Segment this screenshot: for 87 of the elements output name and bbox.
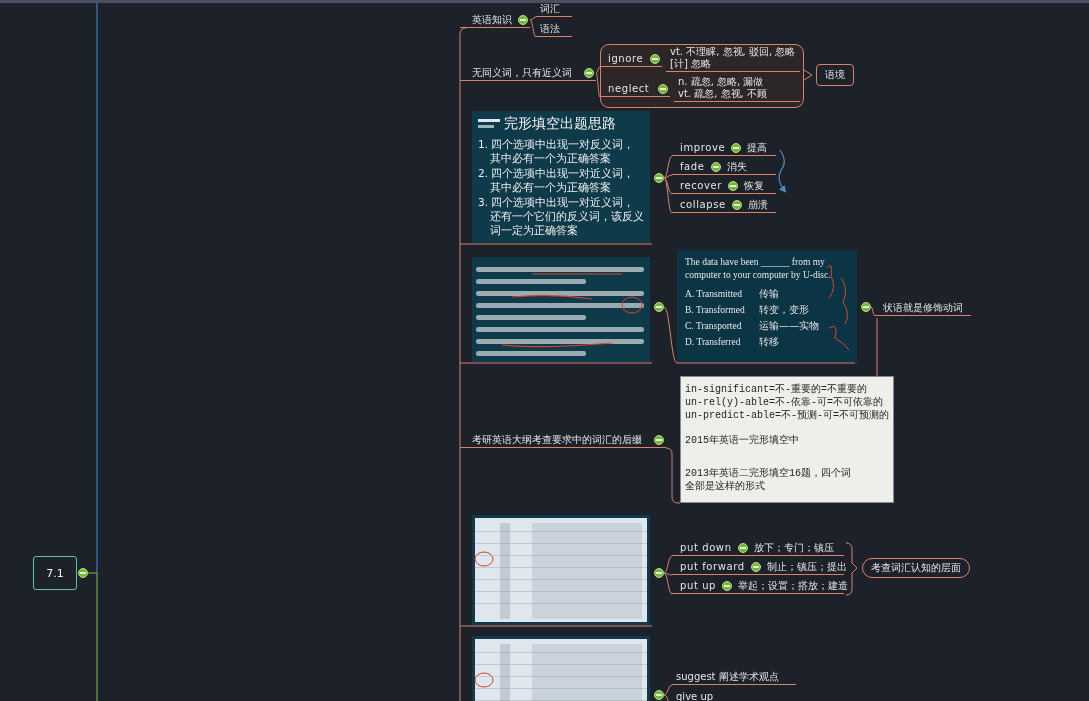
meaning-text: 制止；镇压；提出 [766, 560, 847, 573]
connector-line [803, 69, 813, 81]
topic-node[interactable]: put down 放下；专门；镇压 [672, 540, 844, 556]
option-note: 转移 [759, 334, 779, 349]
question-text: The data have been ______ from my computer to your computer by U-disc. [685, 256, 832, 282]
topic-label: put forward [680, 560, 745, 573]
collapse-icon[interactable] [654, 568, 664, 578]
collapse-icon[interactable] [722, 580, 733, 591]
topic-label: put down [680, 541, 732, 554]
collapse-icon[interactable] [654, 690, 664, 700]
meaning-text: [计] 忽略 [670, 58, 712, 70]
option-text: D. Transferred [685, 336, 742, 347]
topic-label: give up [676, 690, 714, 701]
logo-icon [478, 117, 500, 131]
topic-node[interactable]: collapse 崩溃 [672, 197, 776, 213]
meaning-text: n. 疏忽, 忽略, 漏做 [678, 76, 765, 88]
collapse-icon[interactable] [654, 173, 664, 183]
collapse-icon[interactable] [737, 542, 748, 553]
collapse-icon[interactable] [710, 161, 721, 172]
option-note: 转变，变形 [759, 302, 809, 317]
note-text: 全部是这样的形式 [685, 480, 766, 493]
meaning-text: 崩溃 [747, 198, 768, 211]
note-text: 2015年英语一完形填空中 [685, 434, 800, 447]
topic-node[interactable]: suggest 阐述学术观点 [672, 669, 796, 685]
option-note: 运输——实物 [759, 318, 819, 333]
meaning-text: 消失 [726, 160, 747, 173]
topic-node[interactable]: neglect [600, 81, 670, 97]
note-text: un-rel(y)-able=不-依靠-可=不可依靠的 [685, 396, 885, 409]
collapse-icon[interactable] [658, 83, 668, 94]
topic-node[interactable]: 词汇 [536, 1, 572, 17]
topic-node[interactable]: 无同义词，只有近义词 [460, 65, 596, 81]
root-node[interactable]: 7.1 [33, 556, 77, 590]
topic-label: 无同义词，只有近义词 [472, 66, 572, 79]
option-text: A. Transmitted [685, 288, 743, 299]
collapse-icon[interactable] [518, 14, 528, 25]
topic-label: neglect [608, 82, 650, 95]
relation-arrow [778, 149, 787, 193]
topic-label: 英语知识 [472, 13, 512, 26]
topic-node[interactable]: 英语知识 [460, 12, 530, 28]
collapse-icon[interactable] [650, 53, 660, 64]
option-text: C. Transported [685, 320, 743, 331]
summary-node[interactable]: 语境 [816, 64, 854, 86]
note-text: un-predict-able=不-预测-可=不可预测的 [685, 409, 889, 422]
collapse-icon[interactable] [861, 302, 871, 312]
meaning-text: 提高 [747, 141, 768, 154]
meaning-text: 恢复 [744, 179, 765, 192]
collapse-icon[interactable] [584, 67, 594, 78]
topic-label: recover [680, 179, 723, 192]
topic-node[interactable]: fade 消失 [672, 159, 776, 175]
collapse-icon[interactable] [654, 302, 664, 312]
collapse-icon[interactable] [731, 142, 742, 153]
connector-line [665, 447, 681, 504]
option-text: B. Transformed [685, 304, 746, 315]
topic-label: improve [680, 141, 726, 154]
topic-label: ignore [608, 52, 644, 65]
topic-node[interactable]: improve 提高 [672, 140, 776, 156]
topic-label: suggest 阐述学术观点 [676, 670, 779, 683]
topic-node[interactable]: 考研英语大纲考查要求中的词汇的后缀 [460, 432, 666, 448]
list-item: 2. 四个选项中出现一对近义词，其中必有一个为正确答案 [478, 166, 636, 194]
topic-label: 词汇 [540, 2, 560, 15]
meaning-text: vt. 不理睬, 忽视, 驳回, 忽略 [670, 46, 797, 58]
topic-node[interactable]: recover 恢复 [672, 178, 776, 194]
note-text: in-significant=不-重要的=不重要的 [685, 383, 869, 396]
meaning-text: 放下；专门；镇压 [753, 541, 834, 554]
note-text: 2013年英语二完形填空16题，四个词 [685, 467, 852, 480]
collapse-icon[interactable] [728, 180, 739, 191]
collapse-icon[interactable] [654, 434, 664, 445]
topic-node[interactable]: 语法 [536, 21, 572, 37]
topic-node[interactable]: ignore [600, 51, 662, 67]
list-item: 3. 四个选项中出现一对近义词，还有一个它们的反义词，该反义词一定为正确答案 [478, 195, 644, 237]
topic-node[interactable]: give up [672, 689, 732, 701]
topic-label: collapse [680, 198, 726, 211]
option-note: 传输 [759, 286, 779, 301]
collapse-icon[interactable] [78, 568, 88, 578]
topic-label: 考研英语大纲考查要求中的词汇的后缀 [472, 433, 642, 446]
connector-line [845, 542, 858, 596]
meaning-text: vt. 疏忽, 忽视, 不顾 [678, 88, 768, 100]
topic-label: put up [680, 579, 717, 592]
topic-label: 语法 [540, 22, 560, 35]
collapse-icon[interactable] [731, 199, 742, 210]
slide-title: 完形填空出题思路 [504, 115, 616, 133]
list-item: 1. 四个选项中出现一对反义词，其中必有一个为正确答案 [478, 137, 636, 165]
collapse-icon[interactable] [750, 561, 761, 572]
topic-node[interactable]: 状语就是修饰动词 [875, 300, 971, 316]
topic-label: fade [680, 160, 705, 173]
topic-label: 状语就是修饰动词 [883, 301, 963, 314]
topic-node[interactable]: put forward 制止；镇压；提出 [672, 559, 844, 575]
